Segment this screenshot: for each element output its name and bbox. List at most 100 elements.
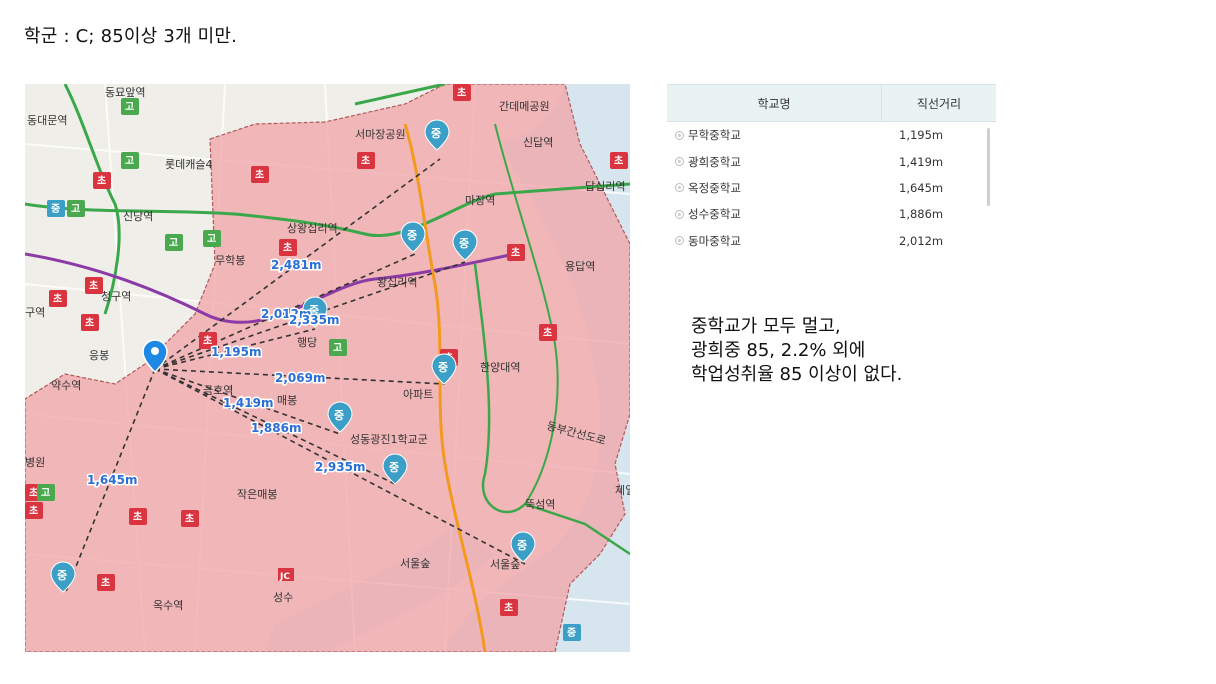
svg-text:고: 고 bbox=[125, 101, 134, 113]
radio-icon[interactable] bbox=[675, 236, 684, 246]
label-muhak: 무학봉 bbox=[215, 254, 245, 267]
school-name: 무학중학교 bbox=[688, 128, 741, 143]
label-seomajang: 서마장공원 bbox=[355, 128, 406, 141]
svg-text:중: 중 bbox=[438, 361, 448, 374]
svg-text:초: 초 bbox=[504, 601, 513, 614]
radio-icon[interactable] bbox=[675, 209, 684, 219]
elementary-marker[interactable]: 초 bbox=[93, 172, 111, 189]
svg-text:초: 초 bbox=[101, 576, 110, 589]
label-byeongwon: 병원 bbox=[25, 456, 45, 469]
label-wangsimni: 왕십리역 bbox=[377, 276, 417, 289]
elementary-marker[interactable]: 초 bbox=[251, 166, 269, 183]
svg-text:중: 중 bbox=[407, 229, 417, 242]
note-line: 광희중 85, 2.2% 외에 bbox=[691, 340, 866, 361]
elementary-marker[interactable]: 초 bbox=[85, 277, 103, 294]
svg-text:중: 중 bbox=[51, 203, 60, 215]
note-line: 학업성취율 85 이상이 없다. bbox=[691, 364, 903, 385]
elementary-marker[interactable]: 초 bbox=[181, 510, 199, 527]
svg-text:고: 고 bbox=[333, 342, 342, 354]
table-row[interactable]: 동마중학교 2,012m bbox=[667, 228, 996, 254]
table-row[interactable]: 성수중학교 1,886m bbox=[667, 201, 996, 227]
svg-text:초: 초 bbox=[511, 246, 520, 259]
school-distance: 1,886m bbox=[899, 207, 944, 222]
high-school-marker[interactable]: 고 bbox=[67, 200, 85, 217]
column-header-name: 학교명 bbox=[667, 85, 882, 121]
elementary-marker[interactable]: 초 bbox=[357, 152, 375, 169]
svg-text:초: 초 bbox=[361, 154, 370, 167]
elementary-marker[interactable]: 초 bbox=[25, 502, 43, 519]
label-yongdap: 용답역 bbox=[565, 260, 595, 273]
high-school-marker[interactable]: 고 bbox=[203, 230, 221, 247]
table-header: 학교명 직선거리 bbox=[667, 84, 996, 122]
label-jageunmaebong: 작은매봉 bbox=[237, 488, 277, 501]
analysis-note: 중학교가 모두 멀고, 광희중 85, 2.2% 외에 학업성취율 85 이상이… bbox=[691, 315, 902, 387]
school-name: 광희중학교 bbox=[688, 154, 741, 169]
label-dongdaemun: 동대문역 bbox=[27, 114, 67, 127]
label-gujeong: 구역 bbox=[25, 306, 45, 319]
elementary-marker[interactable]: 초 bbox=[279, 239, 297, 256]
middle-school-square[interactable]: 중 bbox=[563, 624, 581, 641]
label-apt: 아파트 bbox=[403, 388, 433, 401]
high-school-marker[interactable]: 고 bbox=[37, 484, 55, 501]
school-distance: 1,419m bbox=[899, 154, 944, 169]
table-row[interactable]: 무학중학교 1,195m bbox=[667, 122, 996, 148]
svg-text:초: 초 bbox=[89, 279, 98, 292]
radio-icon[interactable] bbox=[675, 130, 684, 140]
label-hanyang: 한양대역 bbox=[480, 361, 520, 374]
table-row[interactable]: 광희중학교 1,419m bbox=[667, 148, 996, 174]
svg-text:중: 중 bbox=[334, 409, 344, 422]
svg-text:중: 중 bbox=[567, 627, 576, 639]
elementary-marker[interactable]: 초 bbox=[81, 314, 99, 331]
page-heading: 학군 : C; 85이상 3개 미만. bbox=[24, 26, 238, 47]
distance-label: 1,645m bbox=[87, 473, 137, 487]
svg-text:고: 고 bbox=[125, 155, 134, 167]
high-school-marker[interactable]: 고 bbox=[329, 339, 347, 356]
high-school-marker[interactable]: 고 bbox=[121, 152, 139, 169]
radio-icon[interactable] bbox=[675, 183, 684, 193]
elementary-marker[interactable]: 초 bbox=[129, 508, 147, 525]
distance-label: 2,935m bbox=[315, 460, 365, 474]
elementary-marker[interactable]: 초 bbox=[49, 290, 67, 307]
svg-text:초: 초 bbox=[543, 326, 552, 339]
label-seoulsup: 서울숲 bbox=[400, 557, 430, 570]
high-school-marker[interactable]: 고 bbox=[165, 234, 183, 251]
svg-text:초: 초 bbox=[133, 510, 142, 523]
middle-school-square[interactable]: 중 bbox=[47, 200, 65, 217]
jc-label: JC bbox=[279, 572, 290, 582]
label-sindap: 신답역 bbox=[523, 136, 553, 149]
distance-label: 2,335m bbox=[289, 313, 339, 327]
school-distance: 2,012m bbox=[899, 233, 944, 248]
table-scrollbar[interactable] bbox=[987, 128, 990, 206]
label-majang: 마장역 bbox=[465, 194, 495, 207]
elementary-marker[interactable]: 초 bbox=[97, 574, 115, 591]
svg-text:초: 초 bbox=[85, 316, 94, 329]
label-seoul-apt: 서울숲 bbox=[490, 558, 520, 571]
elementary-marker[interactable]: 초 bbox=[500, 599, 518, 616]
high-school-marker[interactable]: 고 bbox=[121, 98, 139, 115]
elementary-marker[interactable]: 초 bbox=[453, 84, 471, 101]
svg-text:중: 중 bbox=[517, 539, 527, 552]
label-oksu: 옥수역 bbox=[153, 599, 183, 612]
svg-text:초: 초 bbox=[53, 292, 62, 305]
elementary-marker[interactable]: 초 bbox=[539, 324, 557, 341]
school-map[interactable]: 동묘앞역 동대문역 롯데캐슬4 신당역 무학봉 상왕십리역 왕십리역 서마장공원… bbox=[25, 84, 630, 652]
label-haengdang: 행당 bbox=[297, 336, 317, 349]
label-dongmyo: 동묘앞역 bbox=[105, 86, 145, 99]
distance-label: 2,069m bbox=[275, 371, 325, 385]
svg-text:초: 초 bbox=[97, 174, 106, 187]
school-distance: 1,195m bbox=[899, 128, 944, 143]
svg-text:고: 고 bbox=[71, 203, 80, 215]
label-ttukseom: 뚝섬역 bbox=[525, 498, 555, 511]
table-row[interactable]: 옥정중학교 1,645m bbox=[667, 175, 996, 201]
svg-text:초: 초 bbox=[185, 512, 194, 525]
elementary-marker[interactable]: 초 bbox=[610, 152, 628, 169]
svg-text:중: 중 bbox=[389, 461, 399, 474]
elementary-marker[interactable]: 초 bbox=[507, 244, 525, 261]
note-line: 중학교가 모두 멀고, bbox=[691, 316, 841, 337]
label-sindang: 신당역 bbox=[123, 210, 153, 223]
radio-icon[interactable] bbox=[675, 157, 684, 167]
distance-label: 2,481m bbox=[271, 258, 321, 272]
label-jay: 제일 bbox=[615, 483, 630, 497]
svg-text:고: 고 bbox=[207, 233, 216, 245]
school-distance: 1,645m bbox=[899, 180, 944, 195]
